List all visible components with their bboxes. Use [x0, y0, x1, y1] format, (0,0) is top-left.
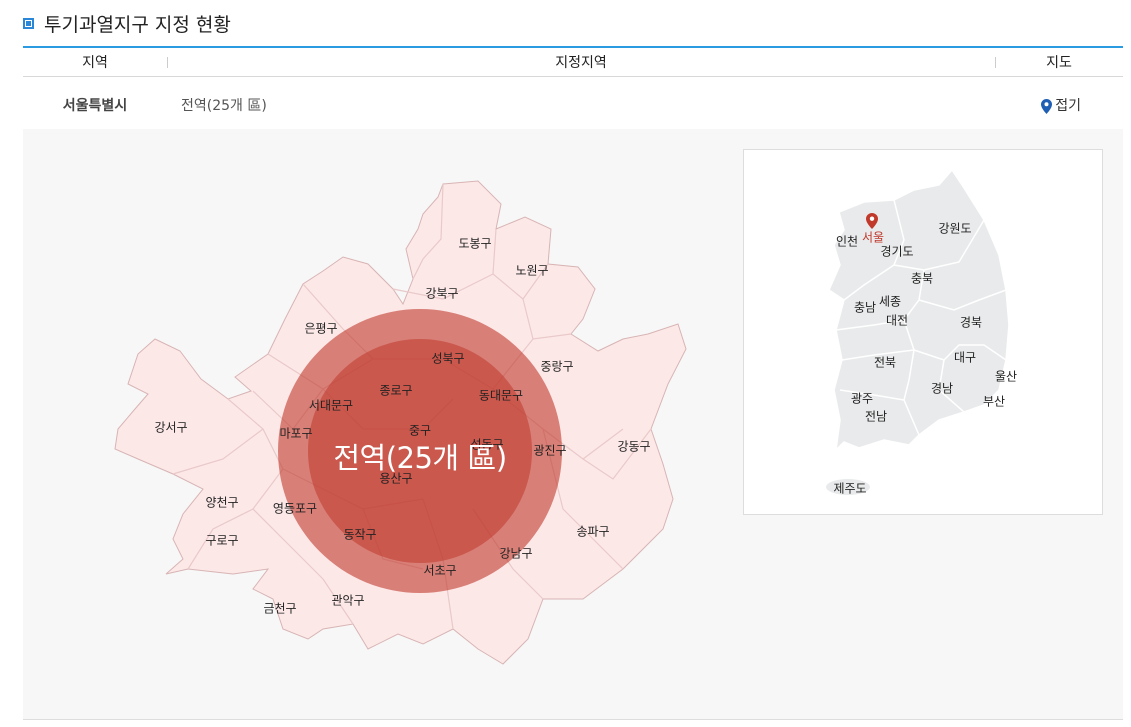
- district-label-eunpyeong: 은평구: [304, 321, 338, 336]
- region-label-jeju: 제주도: [833, 481, 867, 496]
- region-label-jeonbuk: 전북: [873, 355, 897, 370]
- region-label-jeonnam: 전남: [864, 409, 888, 424]
- district-label-songpa: 송파구: [576, 524, 610, 539]
- district-label-gangbuk: 강북구: [425, 286, 459, 301]
- header-region: 지역: [23, 47, 167, 77]
- designation-table: 지역 지정지역 지도 서울특별시 전역(25개 區) 접기: [23, 46, 1123, 134]
- seoul-map: [114, 180, 687, 665]
- district-label-gangdong: 강동구: [617, 439, 651, 454]
- district-label-dongjak: 동작구: [343, 527, 377, 542]
- region-label-gyeongnam: 경남: [930, 381, 954, 396]
- region-label-gangwon: 강원도: [938, 221, 972, 236]
- region-label-gwangju: 광주: [850, 391, 874, 406]
- map-panel: 도봉구 노원구 강북구 은평구 성북구 중랑구 종로구 동대문구 서대문구 강서…: [23, 129, 1123, 720]
- district-label-gangnam: 강남구: [499, 546, 533, 561]
- region-label-gyeonggi: 경기도: [880, 244, 914, 259]
- map-toggle-button[interactable]: 접기: [995, 76, 1123, 134]
- region-label-incheon: 인천: [835, 234, 859, 249]
- table-header-row: 지역 지정지역 지도: [23, 47, 1123, 77]
- region-label-chungnam: 충남: [853, 300, 877, 315]
- region-label-sejong: 세종: [878, 294, 902, 309]
- region-label-chungbuk: 충북: [910, 271, 934, 286]
- highlight-label: 전역(25개 區): [333, 441, 507, 475]
- header-designated: 지정지역: [167, 47, 995, 77]
- bullet-square-icon: [23, 17, 34, 29]
- header-map: 지도: [995, 47, 1123, 77]
- district-label-nowon: 노원구: [515, 263, 549, 278]
- district-label-gangseo: 강서구: [154, 420, 188, 435]
- region-label-ulsan: 울산: [994, 369, 1018, 384]
- map-pin-icon: [1041, 98, 1053, 114]
- section-title: 투기과열지구 지정 현황: [23, 10, 231, 36]
- region-label-gyeongbuk: 경북: [959, 315, 983, 330]
- region-label-daejeon: 대전: [885, 313, 909, 328]
- district-label-dongdaemun: 동대문구: [478, 388, 524, 403]
- region-label-daegu: 대구: [953, 350, 977, 365]
- table-row: 서울특별시 전역(25개 區) 접기: [23, 76, 1123, 134]
- district-label-yeongdeungpo: 영등포구: [272, 501, 318, 516]
- section-title-text: 투기과열지구 지정 현황: [44, 13, 231, 36]
- district-label-yangcheon: 양천구: [205, 495, 239, 510]
- cell-designated: 전역(25개 區): [167, 76, 995, 134]
- cell-region: 서울특별시: [23, 76, 167, 134]
- district-label-dobong: 도봉구: [458, 236, 492, 251]
- district-label-jungnang: 중랑구: [540, 359, 574, 374]
- district-label-seocho: 서초구: [423, 563, 457, 578]
- district-label-gwangjin: 광진구: [533, 443, 567, 458]
- region-label-busan: 부산: [982, 394, 1006, 409]
- district-label-mapo: 마포구: [279, 426, 313, 441]
- district-label-seongbuk: 성북구: [431, 351, 465, 366]
- district-label-geumcheon: 금천구: [263, 601, 297, 616]
- district-label-jongno: 종로구: [379, 383, 413, 398]
- district-label-gwanak: 관악구: [331, 593, 365, 608]
- district-label-seodaemun: 서대문구: [308, 398, 354, 413]
- map-toggle-label: 접기: [1055, 98, 1081, 114]
- korea-inset-map: 인천 서울 강원도 경기도 충북 충남 세종 대전 경북 전북 대구 울산 경남…: [743, 149, 1103, 515]
- korea-map: [826, 168, 1010, 495]
- district-label-guro: 구로구: [205, 533, 239, 548]
